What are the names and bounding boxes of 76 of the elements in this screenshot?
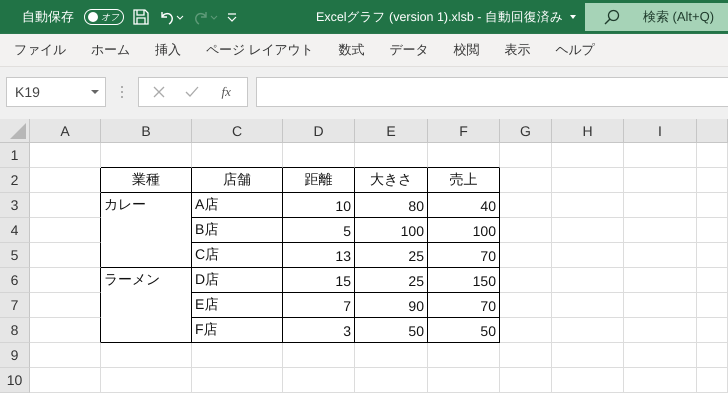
table-cell: 25 — [355, 268, 428, 293]
menu-tab[interactable]: 校閲 — [444, 37, 490, 63]
menu-tab[interactable]: ホーム — [81, 37, 140, 63]
table-cell: 100 — [428, 218, 500, 243]
caret-icon[interactable] — [568, 13, 577, 21]
table-cell: カレー — [101, 193, 192, 268]
column-header[interactable]: H — [552, 119, 624, 143]
row-header[interactable]: 7 — [0, 293, 30, 318]
row-header[interactable]: 3 — [0, 193, 30, 218]
table-cell: A店 — [192, 193, 283, 218]
table-cell: 15 — [283, 268, 355, 293]
document-title: Excelグラフ (version 1).xlsb - 自動回復済み — [316, 8, 563, 26]
column-header[interactable]: C — [192, 119, 283, 143]
table-cell: D店 — [192, 268, 283, 293]
table-cell: 7 — [283, 293, 355, 318]
table-cell: C店 — [192, 243, 283, 268]
column-header[interactable]: D — [283, 119, 355, 143]
table-header-cell: 売上 — [428, 168, 500, 193]
table-cell: F店 — [192, 318, 283, 343]
menu-tab[interactable]: 挿入 — [145, 37, 191, 63]
search-icon[interactable] — [602, 8, 621, 26]
table-header-cell: 大きさ — [355, 168, 428, 193]
column-header[interactable]: A — [30, 119, 101, 143]
grip-icon[interactable] — [120, 85, 124, 99]
close-icon[interactable] — [153, 86, 166, 98]
menu-tab[interactable]: 数式 — [328, 37, 375, 63]
row-header[interactable]: 9 — [0, 343, 30, 368]
table-cell: ラーメン — [101, 268, 192, 343]
table-cell: 3 — [283, 318, 355, 343]
table-header-cell: 店舗 — [192, 168, 283, 193]
row-header[interactable]: 5 — [0, 243, 30, 268]
table-cell: 50 — [428, 318, 500, 343]
table-cell: 10 — [283, 193, 355, 218]
table-cell: 50 — [355, 318, 428, 343]
menu-tab[interactable]: データ — [380, 37, 439, 63]
row-header[interactable]: 10 — [0, 368, 30, 393]
column-header[interactable]: I — [624, 119, 697, 143]
table-cell: E店 — [192, 293, 283, 318]
menu-tab[interactable]: ヘルプ — [546, 37, 605, 63]
select-all-icon[interactable] — [10, 123, 26, 139]
menu-tab[interactable]: ファイル — [4, 37, 76, 63]
table-cell: 70 — [428, 243, 500, 268]
column-header[interactable]: B — [101, 119, 192, 143]
column-header[interactable]: F — [428, 119, 500, 143]
table-cell: 150 — [428, 268, 500, 293]
check-icon[interactable] — [185, 86, 200, 98]
save-icon[interactable] — [132, 8, 150, 26]
table-cell: 100 — [355, 218, 428, 243]
table-cell: 80 — [355, 193, 428, 218]
table-cell: 90 — [355, 293, 428, 318]
menu-tab[interactable]: ページ レイアウト — [196, 37, 324, 63]
table-cell: 5 — [283, 218, 355, 243]
table-cell: 13 — [283, 243, 355, 268]
column-header[interactable] — [697, 119, 728, 143]
table-header-cell: 業種 — [101, 168, 192, 193]
name-box[interactable]: K19 — [6, 77, 106, 107]
row-header[interactable]: 2 — [0, 168, 30, 193]
table-cell: B店 — [192, 218, 283, 243]
insert-function-button[interactable]: fx — [220, 84, 233, 100]
row-header[interactable]: 8 — [0, 318, 30, 343]
autosave-label: 自動保存 — [22, 8, 74, 26]
table-cell: 25 — [355, 243, 428, 268]
table-cell: 70 — [428, 293, 500, 318]
menu-tab[interactable]: 表示 — [494, 37, 541, 63]
table-cell: 40 — [428, 193, 500, 218]
row-header[interactable]: 1 — [0, 143, 30, 168]
dropdown-caret-icon[interactable] — [91, 89, 99, 95]
row-header[interactable]: 4 — [0, 218, 30, 243]
column-header[interactable]: G — [500, 119, 552, 143]
table-header-cell: 距離 — [283, 168, 355, 193]
column-header[interactable]: E — [355, 119, 428, 143]
row-header[interactable]: 6 — [0, 268, 30, 293]
customize-caret-icon[interactable] — [226, 11, 238, 23]
search-box[interactable]: 検索 (Alt+Q) — [584, 3, 728, 31]
autosave-toggle[interactable]: オフ — [84, 9, 124, 25]
search-label: 検索 (Alt+Q) — [642, 8, 714, 26]
